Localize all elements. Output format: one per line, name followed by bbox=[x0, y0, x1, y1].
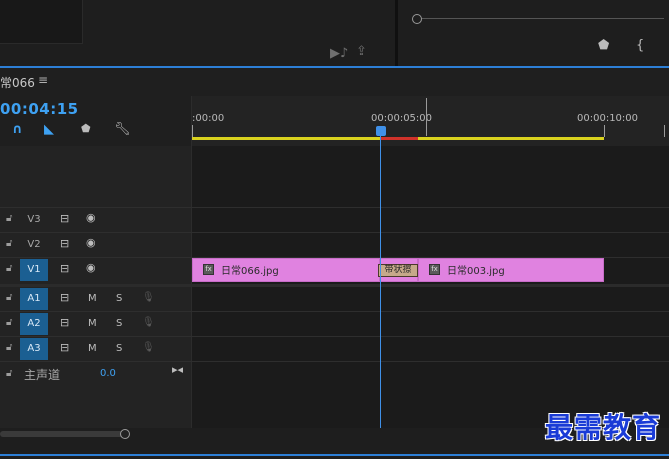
microphone-icon[interactable]: 🎙︎ bbox=[142, 292, 155, 303]
lock-icon[interactable]: 🔓︎ bbox=[6, 368, 12, 379]
sync-lock-icon[interactable]: ⊟ bbox=[60, 212, 69, 225]
lock-icon[interactable]: 🔓︎ bbox=[6, 317, 12, 328]
program-monitor-panel: ⬟ { bbox=[398, 0, 669, 66]
sync-lock-icon[interactable]: ⊟ bbox=[60, 237, 69, 250]
program-scrub-knob[interactable] bbox=[412, 14, 422, 24]
master-volume-value[interactable]: 0.0 bbox=[100, 368, 116, 379]
fx-badge-icon: fx bbox=[203, 264, 214, 275]
watermark-logo: 最需教育 bbox=[544, 411, 661, 444]
playhead-handle[interactable] bbox=[376, 126, 386, 136]
source-monitor-panel: ▶♪ ⇪ bbox=[0, 0, 396, 66]
sync-lock-icon[interactable]: ⊟ bbox=[60, 291, 69, 304]
horizontal-zoom-scrollbar[interactable] bbox=[0, 431, 126, 437]
marker-icon[interactable]: ⬟ bbox=[81, 122, 91, 135]
program-scrub-track[interactable] bbox=[416, 18, 664, 19]
mark-in-icon[interactable]: { bbox=[636, 38, 644, 53]
ruler-label-10s: 00:00:10:00 bbox=[577, 113, 639, 124]
track-divider bbox=[0, 207, 669, 208]
microphone-icon[interactable]: 🎙︎ bbox=[142, 342, 155, 353]
ruler-tick bbox=[604, 125, 605, 137]
track-name-v2[interactable]: V2 bbox=[20, 234, 48, 256]
track-name-a3[interactable]: A3 bbox=[20, 338, 48, 360]
track-divider bbox=[0, 311, 669, 312]
video-audio-separator bbox=[0, 284, 669, 287]
lock-icon[interactable]: 🔓︎ bbox=[6, 213, 12, 224]
track-name-a1[interactable]: A1 bbox=[20, 288, 48, 310]
track-name-v3[interactable]: V3 bbox=[20, 209, 48, 231]
solo-button[interactable]: S bbox=[116, 293, 122, 304]
audio-only-icon[interactable]: ▶♪ bbox=[330, 46, 348, 61]
solo-button[interactable]: S bbox=[116, 343, 122, 354]
sync-lock-icon[interactable]: ⊟ bbox=[60, 262, 69, 275]
eye-icon[interactable]: ◉ bbox=[86, 211, 96, 224]
track-divider bbox=[0, 361, 669, 362]
clip-name: 日常003.jpg bbox=[447, 266, 505, 277]
source-monitor-view bbox=[0, 0, 83, 44]
video-clip[interactable]: fx 日常066.jpg bbox=[192, 258, 380, 282]
lock-icon[interactable]: 🔓︎ bbox=[6, 238, 12, 249]
eye-icon[interactable]: ◉ bbox=[86, 236, 96, 249]
solo-button[interactable]: S bbox=[116, 318, 122, 329]
export-frame-icon[interactable]: ⇪ bbox=[356, 44, 367, 59]
mute-button[interactable]: M bbox=[88, 318, 97, 329]
sync-lock-icon[interactable]: ⊟ bbox=[60, 316, 69, 329]
track-name-v1[interactable]: V1 bbox=[20, 259, 48, 281]
sync-lock-icon[interactable]: ⊟ bbox=[60, 341, 69, 354]
ruler-label-start: :00:00 bbox=[192, 113, 225, 124]
panel-bottom-border bbox=[0, 454, 669, 456]
ruler-tick bbox=[192, 125, 193, 137]
sequence-tab-title[interactable]: 常066 bbox=[0, 74, 35, 91]
zoom-scroll-handle[interactable] bbox=[120, 429, 130, 439]
sequence-menu-icon[interactable]: ≡ bbox=[38, 73, 48, 87]
mute-button[interactable]: M bbox=[88, 293, 97, 304]
track-name-a2[interactable]: A2 bbox=[20, 313, 48, 335]
timeline-tracks[interactable] bbox=[192, 146, 669, 428]
playhead-line[interactable] bbox=[380, 136, 381, 428]
ruler-tick bbox=[426, 98, 427, 136]
video-clip[interactable]: fx 日常003.jpg bbox=[418, 258, 604, 282]
ruler-tick bbox=[664, 125, 665, 137]
go-to-edit-icon[interactable]: ▸◂ bbox=[172, 363, 183, 376]
track-headers bbox=[0, 146, 191, 428]
lock-icon[interactable]: 🔓︎ bbox=[6, 292, 12, 303]
lock-icon[interactable]: 🔓︎ bbox=[6, 342, 12, 353]
wrench-icon[interactable]: 🔧︎ bbox=[114, 122, 131, 137]
lock-icon[interactable]: 🔓︎ bbox=[6, 263, 12, 274]
master-track-label: 主声道 bbox=[24, 368, 61, 382]
playhead-timecode[interactable]: 00:04:15 bbox=[0, 100, 79, 118]
fx-badge-icon: fx bbox=[429, 264, 440, 275]
transition-effect[interactable]: 带状擦 bbox=[378, 264, 418, 277]
eye-icon[interactable]: ◉ bbox=[86, 261, 96, 274]
microphone-icon[interactable]: 🎙︎ bbox=[142, 317, 155, 328]
mute-button[interactable]: M bbox=[88, 343, 97, 354]
render-status-bar bbox=[381, 137, 418, 140]
track-divider bbox=[0, 336, 669, 337]
panel-focus-border bbox=[0, 66, 669, 68]
ruler-label-5s: 00:00:05:00 bbox=[371, 113, 433, 124]
linked-selection-icon[interactable]: ◣ bbox=[44, 122, 54, 137]
clip-name: 日常066.jpg bbox=[221, 266, 279, 277]
snap-magnet-icon[interactable]: ∩ bbox=[12, 122, 23, 137]
track-divider bbox=[0, 232, 669, 233]
add-marker-icon[interactable]: ⬟ bbox=[598, 38, 609, 53]
